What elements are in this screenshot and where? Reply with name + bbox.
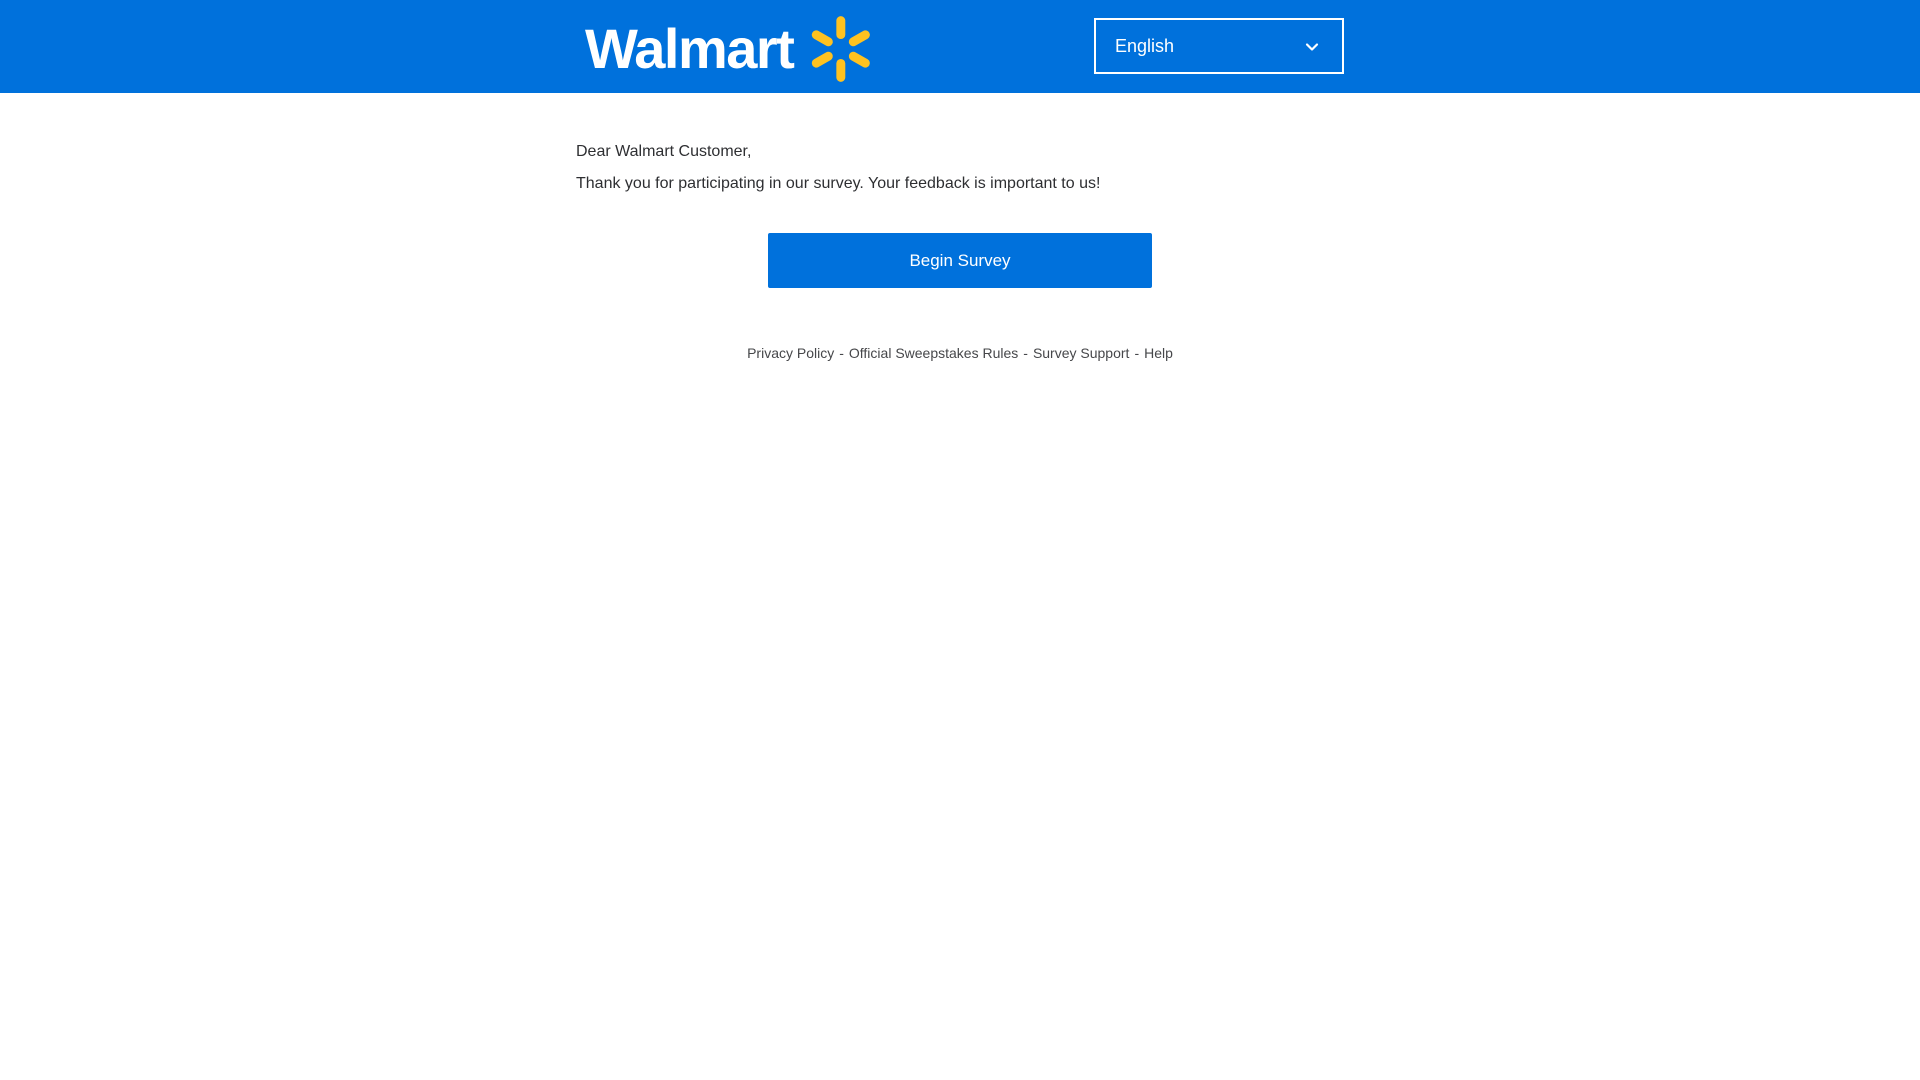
site-header: Walmart English xyxy=(0,0,1920,93)
thank-you-message: Thank you for participating in our surve… xyxy=(576,175,1101,192)
greeting-text: Dear Walmart Customer, xyxy=(576,143,752,160)
language-select[interactable]: English xyxy=(1094,18,1344,74)
walmart-spark-icon xyxy=(812,16,871,82)
footer-links: Privacy Policy - Official Sweepstakes Rule… xyxy=(0,345,1920,361)
language-select-value: English xyxy=(1115,35,1175,56)
official-sweepstakes-rules-link[interactable]: Official Sweepstakes Rules xyxy=(849,345,1018,361)
survey-support-link[interactable]: Survey Support xyxy=(1033,345,1130,361)
chevron-down-icon xyxy=(1305,43,1319,51)
walmart-logo[interactable]: Walmart xyxy=(585,14,875,84)
survey-intro: Dear Walmart Customer, Thank you for par… xyxy=(576,140,1346,196)
footer-separator: - xyxy=(1023,345,1028,361)
footer-separator: - xyxy=(839,345,844,361)
help-link[interactable]: Help xyxy=(1144,345,1173,361)
privacy-policy-link[interactable]: Privacy Policy xyxy=(747,345,834,361)
begin-survey-button[interactable]: Begin Survey xyxy=(768,233,1152,288)
footer-separator: - xyxy=(1134,345,1140,361)
logo-wordmark: Walmart xyxy=(585,17,795,80)
